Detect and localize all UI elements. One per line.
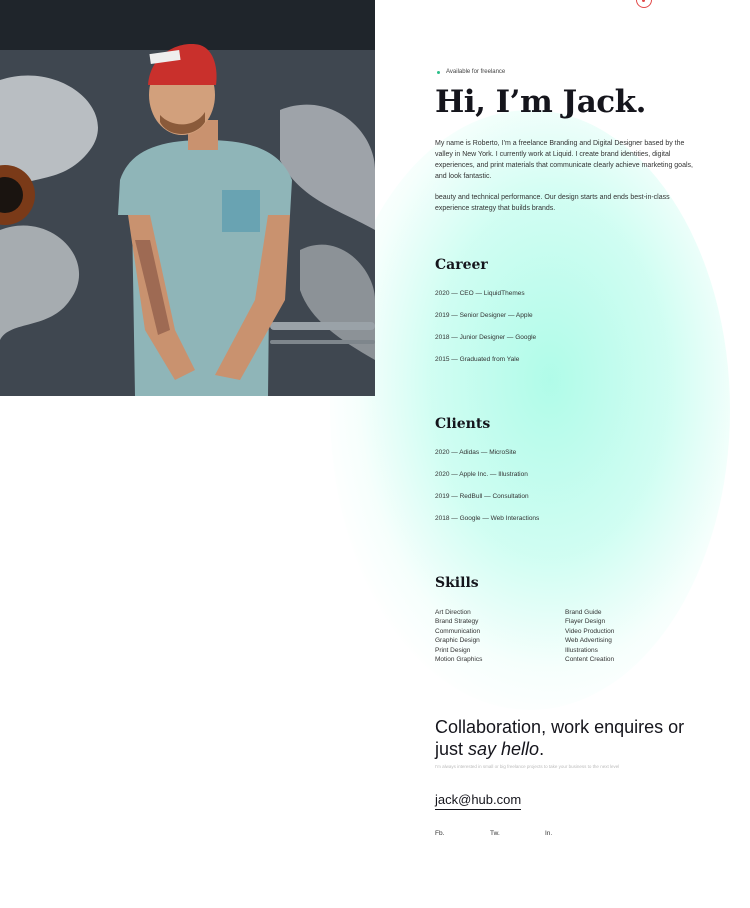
- bio-paragraph-1: My name is Roberto, I’m a freelance Bran…: [435, 140, 693, 180]
- skills-grid: Art Direction Brand Strategy Communicati…: [435, 608, 695, 664]
- collab-line-2-prefix: just: [435, 739, 469, 759]
- skills-column-1: Art Direction Brand Strategy Communicati…: [435, 608, 565, 664]
- career-title: Career: [435, 257, 488, 273]
- career-item: 2020 — CEO — LiquidThemes: [435, 290, 525, 297]
- client-item: 2018 — Google — Web Interactions: [435, 515, 540, 522]
- collaboration-heading: Collaboration, work enquires or just say…: [435, 716, 735, 760]
- bio-paragraph-2: beauty and technical performance. Our de…: [435, 194, 670, 212]
- status-dot-icon: [437, 70, 440, 74]
- client-item: 2020 — Apple Inc. — Illustration: [435, 471, 528, 478]
- availability-label: Available for freelance: [446, 69, 506, 75]
- collab-note: I'm always interested in small or big fr…: [435, 764, 620, 769]
- career-item: 2015 — Graduated from Yale: [435, 356, 520, 363]
- career-list: 2020 — CEO — LiquidThemes 2019 — Senior …: [435, 289, 536, 377]
- hero-title: Hi, I’m Jack.: [435, 84, 646, 120]
- skill-item: Content Creation: [565, 655, 615, 663]
- skill-item: Print Design: [435, 646, 471, 654]
- facebook-link[interactable]: Fb.: [435, 830, 490, 837]
- skill-item: Flayer Design: [565, 618, 606, 626]
- skill-item: Video Production: [565, 627, 615, 635]
- collab-emphasis: say hello: [468, 739, 540, 759]
- skill-item: Web Advertising: [565, 637, 612, 645]
- collab-line-1: Collaboration, work enquires or: [435, 717, 685, 737]
- skill-item: Motion Graphics: [435, 655, 483, 663]
- career-item: 2019 — Senior Designer — Apple: [435, 312, 533, 319]
- skill-item: Brand Guide: [565, 609, 602, 616]
- profile-photo: [0, 0, 375, 396]
- twitter-link[interactable]: Tw.: [490, 830, 545, 837]
- clients-list: 2020 — Adidas — MicroSite 2020 — Apple I…: [435, 448, 539, 536]
- client-item: 2019 — RedBull — Consultation: [435, 493, 529, 500]
- email-link[interactable]: jack@hub.com: [435, 792, 522, 810]
- availability-status: Available for freelance: [435, 69, 505, 75]
- skill-item: Graphic Design: [435, 637, 480, 645]
- skill-item: Art Direction: [435, 609, 471, 616]
- skill-item: Communication: [435, 627, 481, 635]
- skills-title: Skills: [435, 575, 479, 591]
- client-item: 2020 — Adidas — MicroSite: [435, 449, 517, 456]
- instagram-link[interactable]: In.: [545, 830, 600, 837]
- skills-column-2: Brand Guide Flayer Design Video Producti…: [565, 608, 695, 664]
- collab-line-2-suffix: .: [539, 739, 545, 759]
- career-item: 2018 — Junior Designer — Google: [435, 334, 537, 341]
- skill-item: Illustrations: [565, 646, 598, 654]
- clients-title: Clients: [435, 416, 491, 432]
- skill-item: Brand Strategy: [435, 618, 479, 626]
- social-links: Fb. Tw. In.: [435, 830, 600, 837]
- menu-toggle-icon[interactable]: [636, 0, 652, 8]
